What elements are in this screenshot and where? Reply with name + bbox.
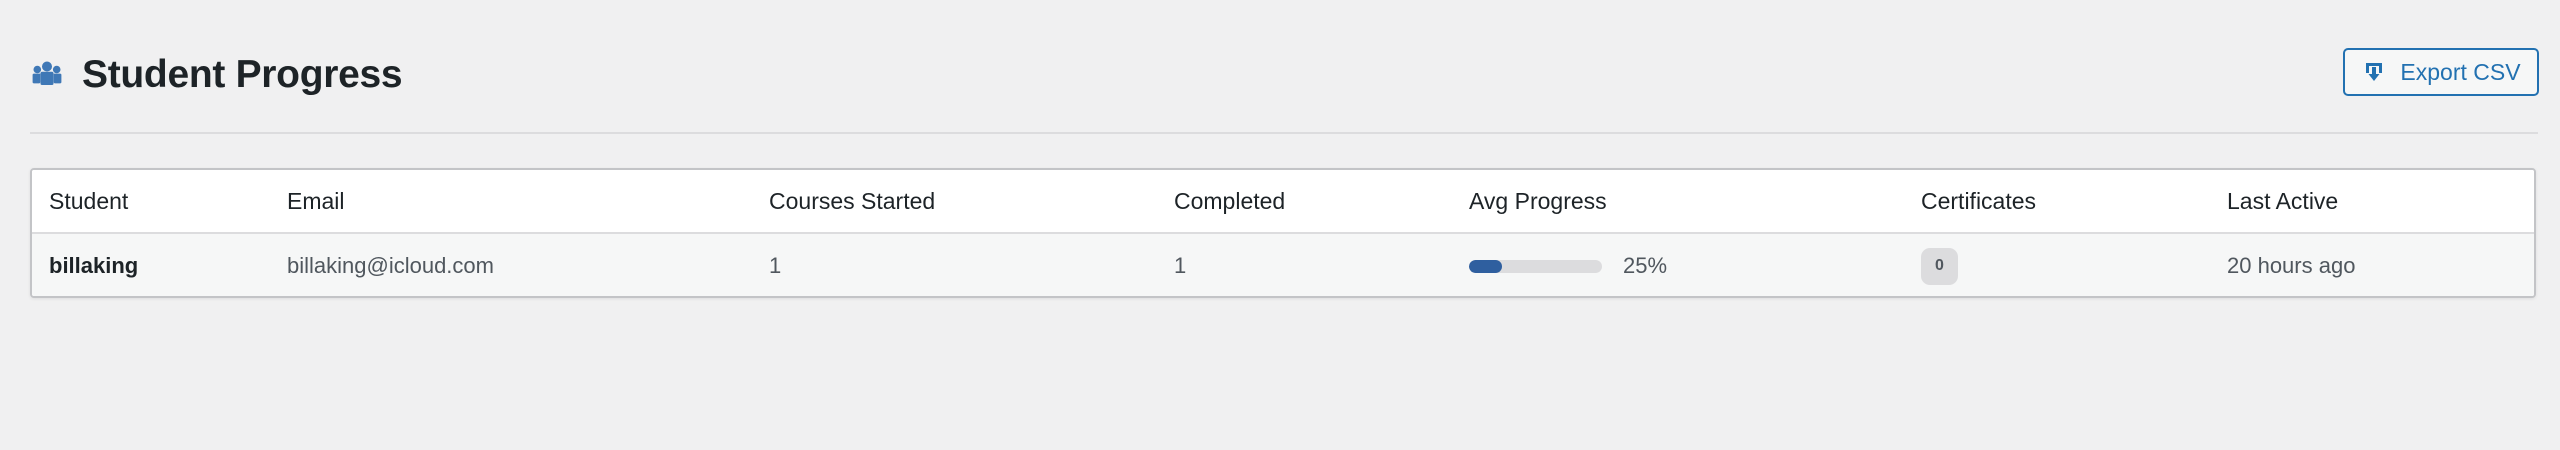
users-group-icon: [30, 58, 64, 92]
header-last-active: Last Active: [2227, 187, 2339, 214]
student-progress-table: Student Email Courses Started Completed …: [30, 168, 2536, 298]
certificates-badge: 0: [1921, 247, 1958, 285]
table-row: billaking billaking@icloud.com 1 1 25% 0…: [32, 234, 2534, 296]
header-avg-progress: Avg Progress: [1469, 187, 1607, 214]
export-csv-button[interactable]: Export CSV: [2343, 48, 2539, 96]
table-header-row: Student Email Courses Started Completed …: [32, 170, 2534, 234]
header-certificates: Certificates: [1921, 187, 2037, 214]
page-header: Student Progress Export CSV: [30, 48, 2539, 102]
export-csv-label: Export CSV: [2400, 58, 2521, 85]
header-completed: Completed: [1174, 187, 1286, 214]
header-courses-started: Courses Started: [769, 187, 936, 214]
student-email: billaking@icloud.com: [287, 253, 494, 278]
last-active-value: 20 hours ago: [2227, 253, 2356, 278]
page-title: Student Progress: [82, 53, 403, 96]
header-student: Student: [49, 187, 129, 214]
student-name: billaking: [49, 253, 139, 278]
courses-started-value: 1: [769, 253, 782, 278]
title-group: Student Progress: [30, 48, 403, 102]
download-icon: [2361, 59, 2387, 85]
progress-bar: [1469, 259, 1602, 273]
completed-value: 1: [1174, 253, 1187, 278]
header-divider: [30, 132, 2538, 134]
header-email: Email: [287, 187, 345, 214]
progress-percent: 25%: [1623, 253, 1668, 278]
progress-bar-fill: [1469, 259, 1503, 273]
certificates-cell: 0: [1921, 234, 1958, 296]
avg-progress-cell: 25%: [1469, 234, 1668, 296]
